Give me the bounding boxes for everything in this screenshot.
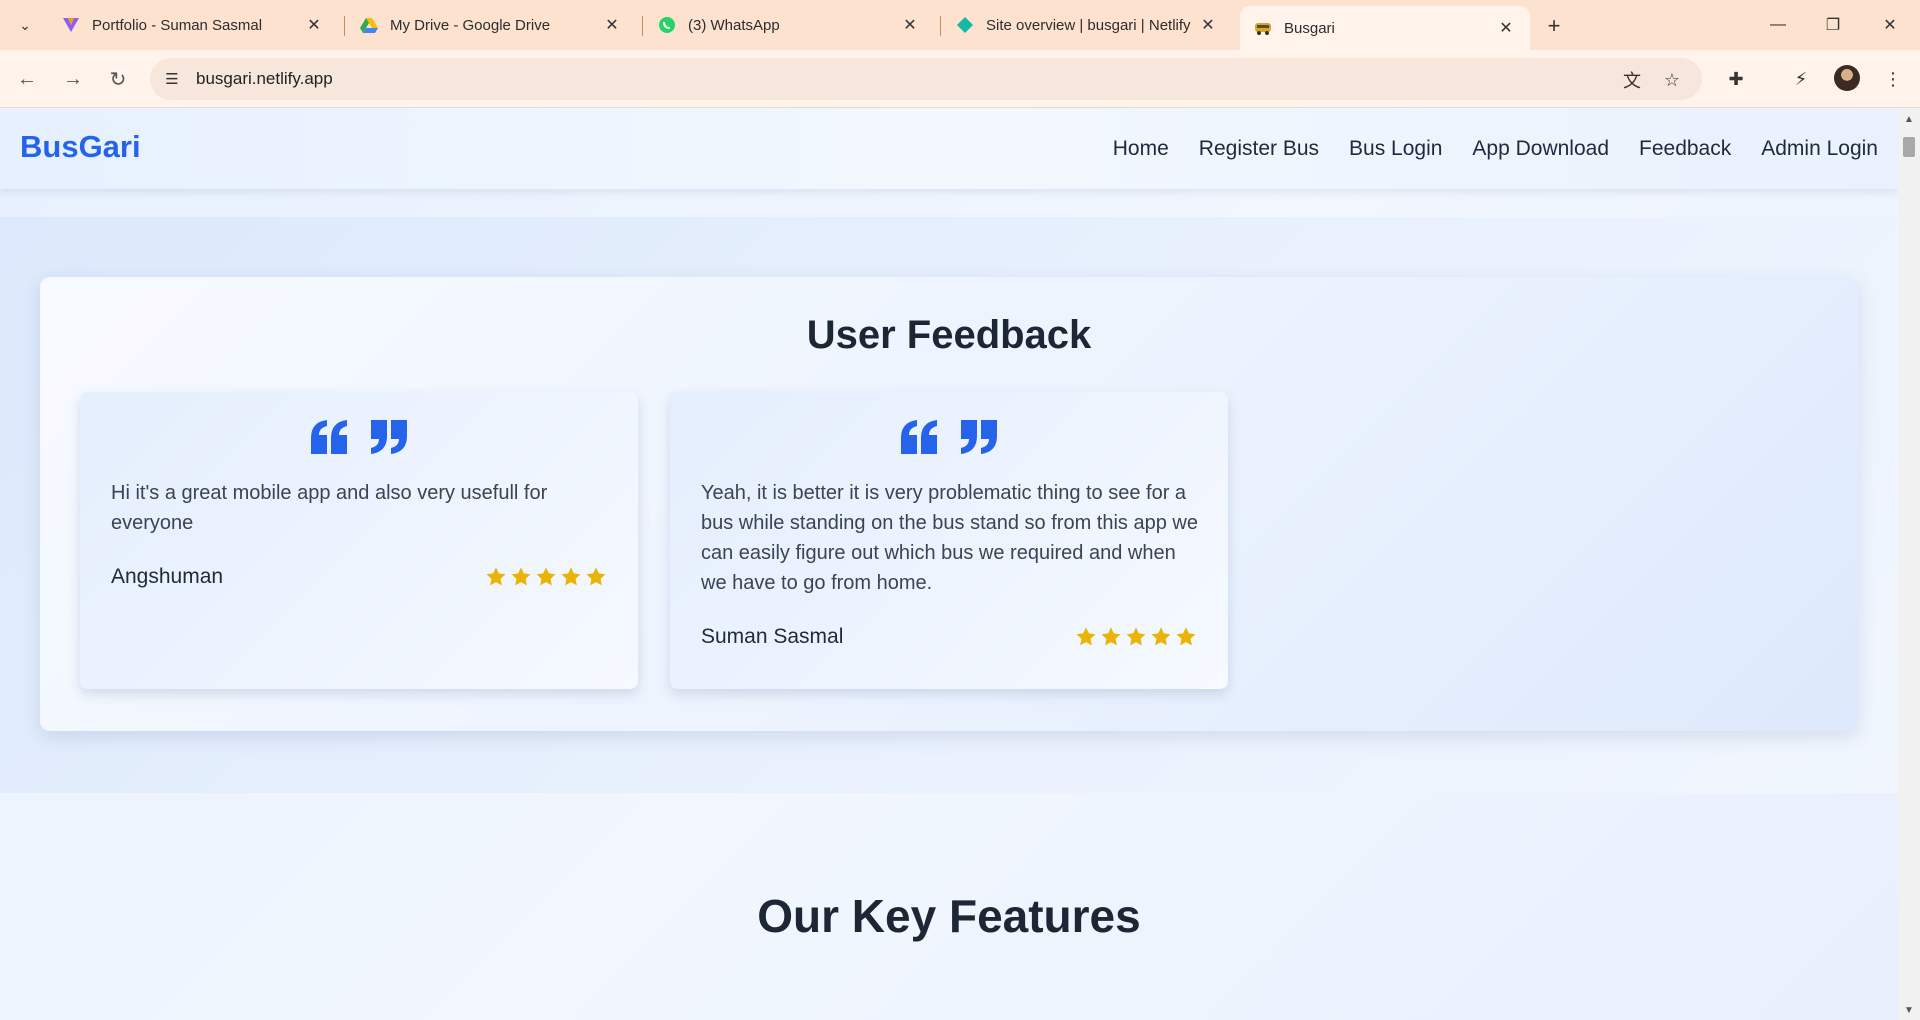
tab-whatsapp[interactable]: (3) WhatsApp ✕: [644, 6, 934, 44]
feedback-title: User Feedback: [806, 313, 1092, 357]
rating-stars: [485, 566, 607, 588]
close-icon: ✕: [1883, 17, 1897, 34]
close-icon[interactable]: ✕: [1496, 18, 1516, 38]
feedback-card: Yeah, it is better it is very problemati…: [670, 392, 1228, 689]
nav-link-feedback[interactable]: Feedback: [1639, 137, 1731, 161]
tab-title: My Drive - Google Drive: [390, 16, 551, 34]
feedback-panel: User Feedback Hi it's a great mobile app…: [40, 277, 1858, 731]
quote-icon: [80, 418, 638, 456]
tab-separator: [940, 16, 941, 36]
close-window-button[interactable]: ✕: [1870, 10, 1910, 40]
arrow-right-icon: →: [63, 67, 83, 90]
url-text[interactable]: busgari.netlify.app: [196, 69, 333, 89]
nav-link-bus-login[interactable]: Bus Login: [1349, 137, 1442, 161]
rating-stars: [1075, 626, 1197, 648]
nav-link-admin-login[interactable]: Admin Login: [1761, 137, 1878, 161]
address-bar[interactable]: ☰ busgari.netlify.app 文 ☆: [150, 58, 1702, 100]
close-icon[interactable]: ✕: [304, 15, 324, 35]
restore-button[interactable]: ❐: [1813, 10, 1853, 40]
plus-icon: +: [1547, 13, 1561, 38]
star-icon: [1076, 627, 1096, 646]
browser-tab-strip: ⌄ Portfolio - Suman Sasmal ✕ My Drive - …: [0, 0, 1920, 50]
star-icon: [511, 567, 531, 586]
whatsapp-icon: [658, 16, 676, 34]
nav-menu: Home Register Bus Bus Login App Download…: [1113, 109, 1878, 189]
feedback-card: Hi it's a great mobile app and also very…: [80, 392, 638, 689]
site-settings-icon[interactable]: ☰: [162, 69, 182, 89]
google-drive-icon: [360, 16, 378, 34]
forward-button[interactable]: →: [58, 64, 88, 94]
tab-busgari[interactable]: Busgari ✕: [1240, 6, 1530, 50]
performance-button[interactable]: ⚡: [1786, 64, 1816, 94]
translate-icon[interactable]: 文: [1620, 68, 1644, 92]
browser-menu-button[interactable]: ⋮: [1878, 64, 1908, 94]
tab-title: (3) WhatsApp: [688, 16, 780, 34]
tab-title: Portfolio - Suman Sasmal: [92, 16, 263, 34]
feedback-text: Hi it's a great mobile app and also very…: [111, 482, 548, 534]
star-icon: [536, 567, 556, 586]
feedback-section: User Feedback Hi it's a great mobile app…: [0, 217, 1898, 793]
bookmark-star-icon[interactable]: ☆: [1660, 68, 1684, 92]
more-vertical-icon: ⋮: [1884, 68, 1902, 89]
site-logo[interactable]: BusGari: [20, 129, 141, 165]
quote-icon: [670, 418, 1228, 456]
star-icon: [1176, 627, 1196, 646]
feedback-text: Yeah, it is better it is very problemati…: [701, 482, 1198, 594]
lightning-icon: ⚡: [1794, 68, 1808, 89]
star-icon: [1126, 627, 1146, 646]
close-icon[interactable]: ✕: [602, 15, 622, 35]
nav-link-app-download[interactable]: App Download: [1472, 137, 1609, 161]
tab-google-drive[interactable]: My Drive - Google Drive ✕: [346, 6, 636, 44]
puzzle-icon: ✚: [1728, 68, 1744, 89]
tab-portfolio[interactable]: Portfolio - Suman Sasmal ✕: [48, 6, 338, 44]
close-icon[interactable]: ✕: [1198, 15, 1218, 35]
nav-link-home[interactable]: Home: [1113, 137, 1169, 161]
minimize-icon: —: [1770, 16, 1786, 33]
page-scrollbar[interactable]: ▲ ▼: [1898, 109, 1920, 1020]
scroll-down-arrow-icon[interactable]: ▼: [1898, 1002, 1920, 1018]
chevron-down-icon: ⌄: [19, 16, 31, 33]
star-icon: [586, 567, 606, 586]
tab-separator: [642, 16, 643, 36]
features-title: Our Key Features: [757, 890, 1141, 942]
feedback-footer: Angshuman: [111, 565, 607, 589]
feedback-author: Angshuman: [111, 565, 224, 588]
profile-avatar[interactable]: [1834, 65, 1860, 91]
scroll-thumb[interactable]: [1903, 137, 1915, 157]
netlify-icon: [956, 16, 974, 34]
reload-icon: ↻: [109, 68, 127, 91]
reload-button[interactable]: ↻: [103, 64, 133, 94]
feedback-footer: Suman Sasmal: [701, 625, 1197, 649]
browser-toolbar: ← → ↻ ☰ busgari.netlify.app 文 ☆ ✚ ⚡ ⋮: [0, 50, 1920, 108]
star-icon: [1151, 627, 1171, 646]
star-icon: [1101, 627, 1121, 646]
tab-separator: [344, 16, 345, 36]
tab-search-button[interactable]: ⌄: [10, 10, 40, 40]
busgari-favicon-icon: [1254, 19, 1272, 37]
scroll-up-arrow-icon[interactable]: ▲: [1898, 111, 1920, 127]
site-navbar: BusGari Home Register Bus Bus Login App …: [0, 109, 1898, 189]
star-icon: [486, 567, 506, 586]
nav-link-register-bus[interactable]: Register Bus: [1199, 137, 1319, 161]
page-viewport: BusGari Home Register Bus Bus Login App …: [0, 109, 1898, 1020]
feedback-author: Suman Sasmal: [701, 625, 844, 648]
minimize-button[interactable]: —: [1758, 10, 1798, 40]
tab-title: Busgari: [1284, 19, 1335, 37]
tab-netlify[interactable]: Site overview | busgari | Netlify ✕: [942, 6, 1232, 44]
back-button[interactable]: ←: [12, 64, 42, 94]
star-icon: [561, 567, 581, 586]
new-tab-button[interactable]: +: [1540, 12, 1568, 40]
tab-title: Site overview | busgari | Netlify: [986, 16, 1191, 34]
portfolio-logo-icon: [62, 16, 80, 34]
restore-icon: ❐: [1825, 17, 1841, 34]
close-icon[interactable]: ✕: [900, 15, 920, 35]
arrow-left-icon: ←: [17, 67, 37, 90]
extensions-button[interactable]: ✚: [1721, 64, 1751, 94]
